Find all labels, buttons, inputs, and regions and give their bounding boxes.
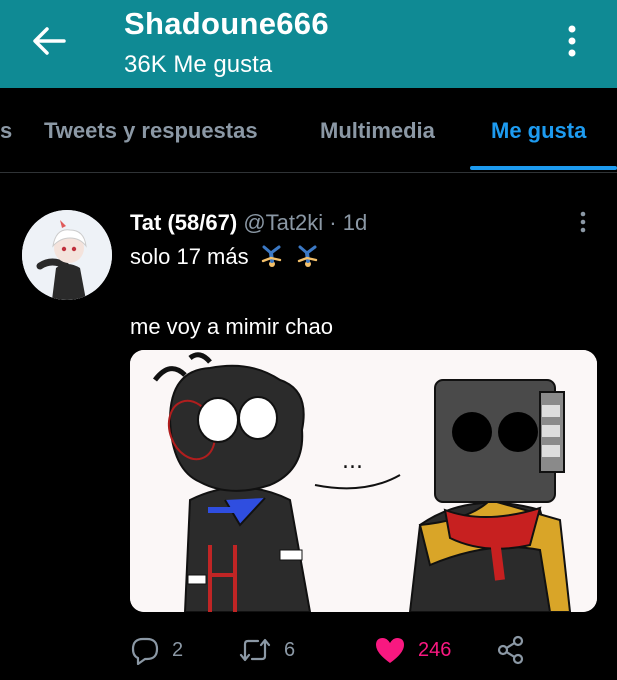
share-button[interactable] bbox=[496, 634, 538, 666]
tweet-text-line2: me voy a mimir chao bbox=[130, 314, 333, 339]
tweet-header: Tat (58/67) @Tat2ki · 1d bbox=[130, 210, 367, 236]
more-options-button[interactable] bbox=[558, 20, 586, 62]
reply-icon bbox=[131, 637, 159, 665]
retweet-button[interactable]: 6 bbox=[238, 634, 295, 666]
display-name[interactable]: Tat (58/67) bbox=[130, 210, 237, 235]
tweet-image-illustration: ... bbox=[130, 350, 597, 612]
heart-icon bbox=[376, 638, 404, 663]
more-vertical-icon bbox=[580, 211, 586, 233]
user-handle[interactable]: @Tat2ki bbox=[243, 210, 323, 235]
likes-count-subtitle: 36K Me gusta bbox=[124, 51, 273, 78]
tab-tweets-replies[interactable]: Tweets y respuestas bbox=[44, 118, 258, 144]
reply-count: 2 bbox=[172, 638, 184, 661]
timestamp[interactable]: 1d bbox=[343, 210, 367, 235]
like-button[interactable]: 246 bbox=[374, 634, 451, 666]
retweet-icon bbox=[239, 638, 271, 662]
tweet-text-line1: solo 17 más bbox=[130, 244, 321, 270]
tab-media[interactable]: Multimedia bbox=[320, 118, 435, 144]
tweet-text: solo 17 más bbox=[130, 244, 249, 269]
tweet-actions: 2 6 246 bbox=[130, 634, 560, 666]
image-dots-text: ... bbox=[342, 449, 363, 474]
avatar[interactable] bbox=[22, 210, 112, 300]
more-vertical-icon bbox=[568, 25, 576, 57]
app-bar: Shadoune666 36K Me gusta bbox=[0, 0, 617, 88]
reply-button[interactable]: 2 bbox=[130, 634, 183, 666]
active-tab-indicator bbox=[470, 166, 617, 170]
breakdancer-emoji bbox=[297, 245, 318, 267]
back-arrow-icon bbox=[33, 27, 66, 55]
tweet-more-button[interactable] bbox=[575, 210, 591, 236]
share-icon bbox=[497, 635, 524, 665]
profile-title: Shadoune666 bbox=[124, 6, 329, 41]
tab-partial-edge[interactable]: s bbox=[0, 118, 12, 144]
tweet-card[interactable]: Tat (58/67) @Tat2ki · 1d solo 17 más me … bbox=[0, 190, 617, 680]
retweet-count: 6 bbox=[284, 638, 296, 661]
breakdancer-emoji bbox=[261, 245, 281, 267]
profile-tabs: s Tweets y respuestas Multimedia Me gust… bbox=[0, 88, 617, 173]
back-button[interactable] bbox=[30, 24, 68, 58]
tab-likes[interactable]: Me gusta bbox=[491, 118, 586, 144]
avatar-illustration bbox=[22, 210, 112, 300]
tweet-image[interactable]: ... bbox=[130, 350, 597, 612]
like-count: 246 bbox=[418, 638, 452, 661]
separator-dot: · bbox=[329, 210, 337, 235]
